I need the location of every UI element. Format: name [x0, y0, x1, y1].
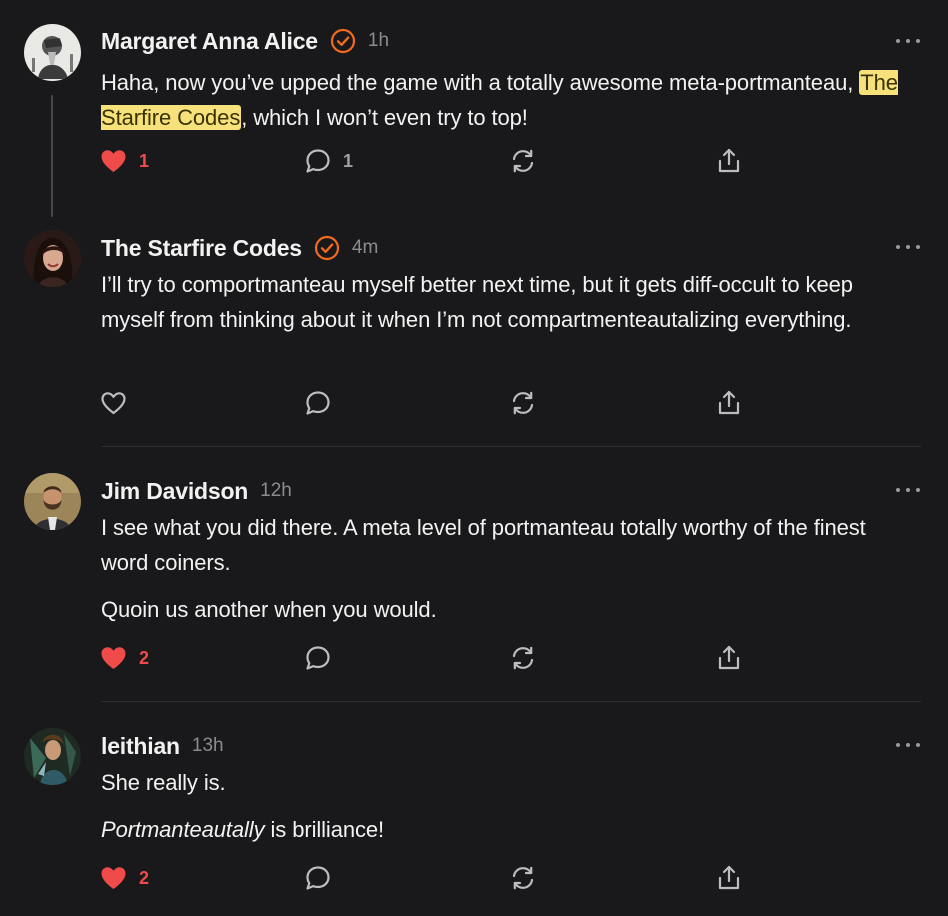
italic-text: Portmanteautally	[101, 817, 265, 842]
comment-text: is brilliance!	[264, 817, 385, 842]
author-name[interactable]: leithian	[101, 733, 180, 760]
comment-thread: Margaret Anna Alice 1h Haha, now you’ve …	[0, 0, 948, 916]
like-count: 2	[139, 867, 150, 888]
restack-icon	[512, 866, 534, 890]
share-icon	[718, 865, 740, 890]
comment-header: leithian 13h	[101, 730, 224, 762]
fantasy-character-avatar	[24, 728, 81, 785]
more-options-icon[interactable]	[896, 739, 920, 751]
heart-filled-icon	[101, 867, 126, 889]
reply-button[interactable]	[305, 864, 343, 892]
avatar[interactable]	[24, 728, 81, 785]
comment-bubble-icon	[306, 866, 330, 890]
like-button[interactable]: 2	[100, 864, 149, 892]
share-button[interactable]	[716, 864, 742, 892]
restack-button[interactable]	[510, 864, 536, 892]
comment-body: Portmanteautally is brilliance!	[101, 812, 901, 847]
comment: leithian 13h She really is. Portmanteaut…	[0, 0, 948, 916]
comment-body: She really is.	[101, 770, 226, 795]
timestamp[interactable]: 13h	[192, 735, 224, 757]
